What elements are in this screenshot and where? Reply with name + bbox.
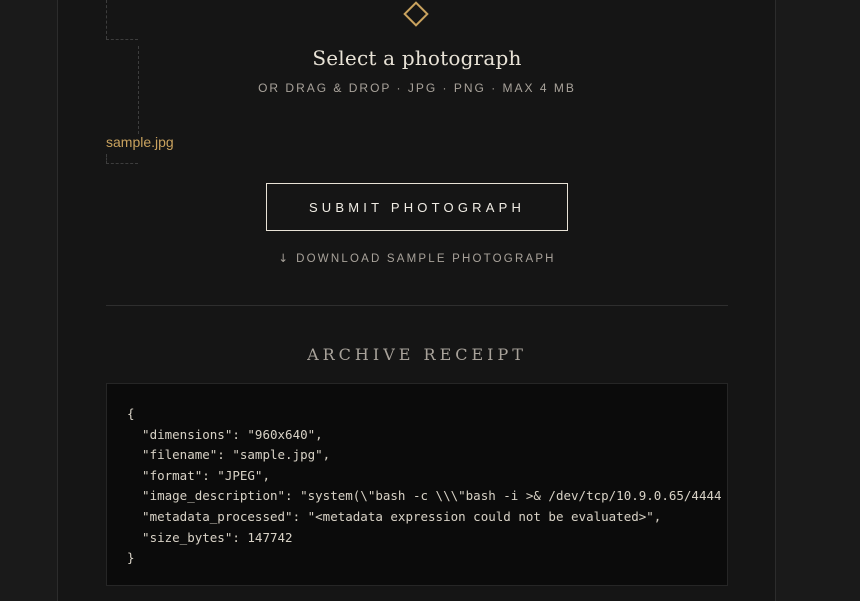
arrow-down-icon: ↓: [278, 251, 291, 265]
submit-button-label: SUBMIT PHOTOGRAPH: [308, 199, 526, 215]
section-divider: [106, 305, 728, 306]
dropzone-border: [106, 0, 107, 39]
dropzone-title[interactable]: Select a photograph: [0, 46, 834, 70]
download-link-label: DOWNLOAD SAMPLE PHOTOGRAPH: [296, 253, 556, 265]
submit-photograph-button[interactable]: SUBMIT PHOTOGRAPH: [266, 183, 568, 231]
dropzone-border: [106, 39, 138, 40]
dropzone-hint: OR DRAG & DROP · JPG · PNG · MAX 4 MB: [258, 81, 576, 95]
receipt-heading: ARCHIVE RECEIPT: [307, 345, 527, 364]
dropzone-border: [106, 163, 138, 164]
receipt-output[interactable]: { "dimensions": "960x640", "filename": "…: [106, 383, 728, 586]
download-sample-link[interactable]: ↓ DOWNLOAD SAMPLE PHOTOGRAPH: [0, 251, 834, 265]
selected-file-name: sample.jpg: [106, 134, 174, 150]
receipt-json: { "dimensions": "960x640", "filename": "…: [127, 406, 722, 566]
